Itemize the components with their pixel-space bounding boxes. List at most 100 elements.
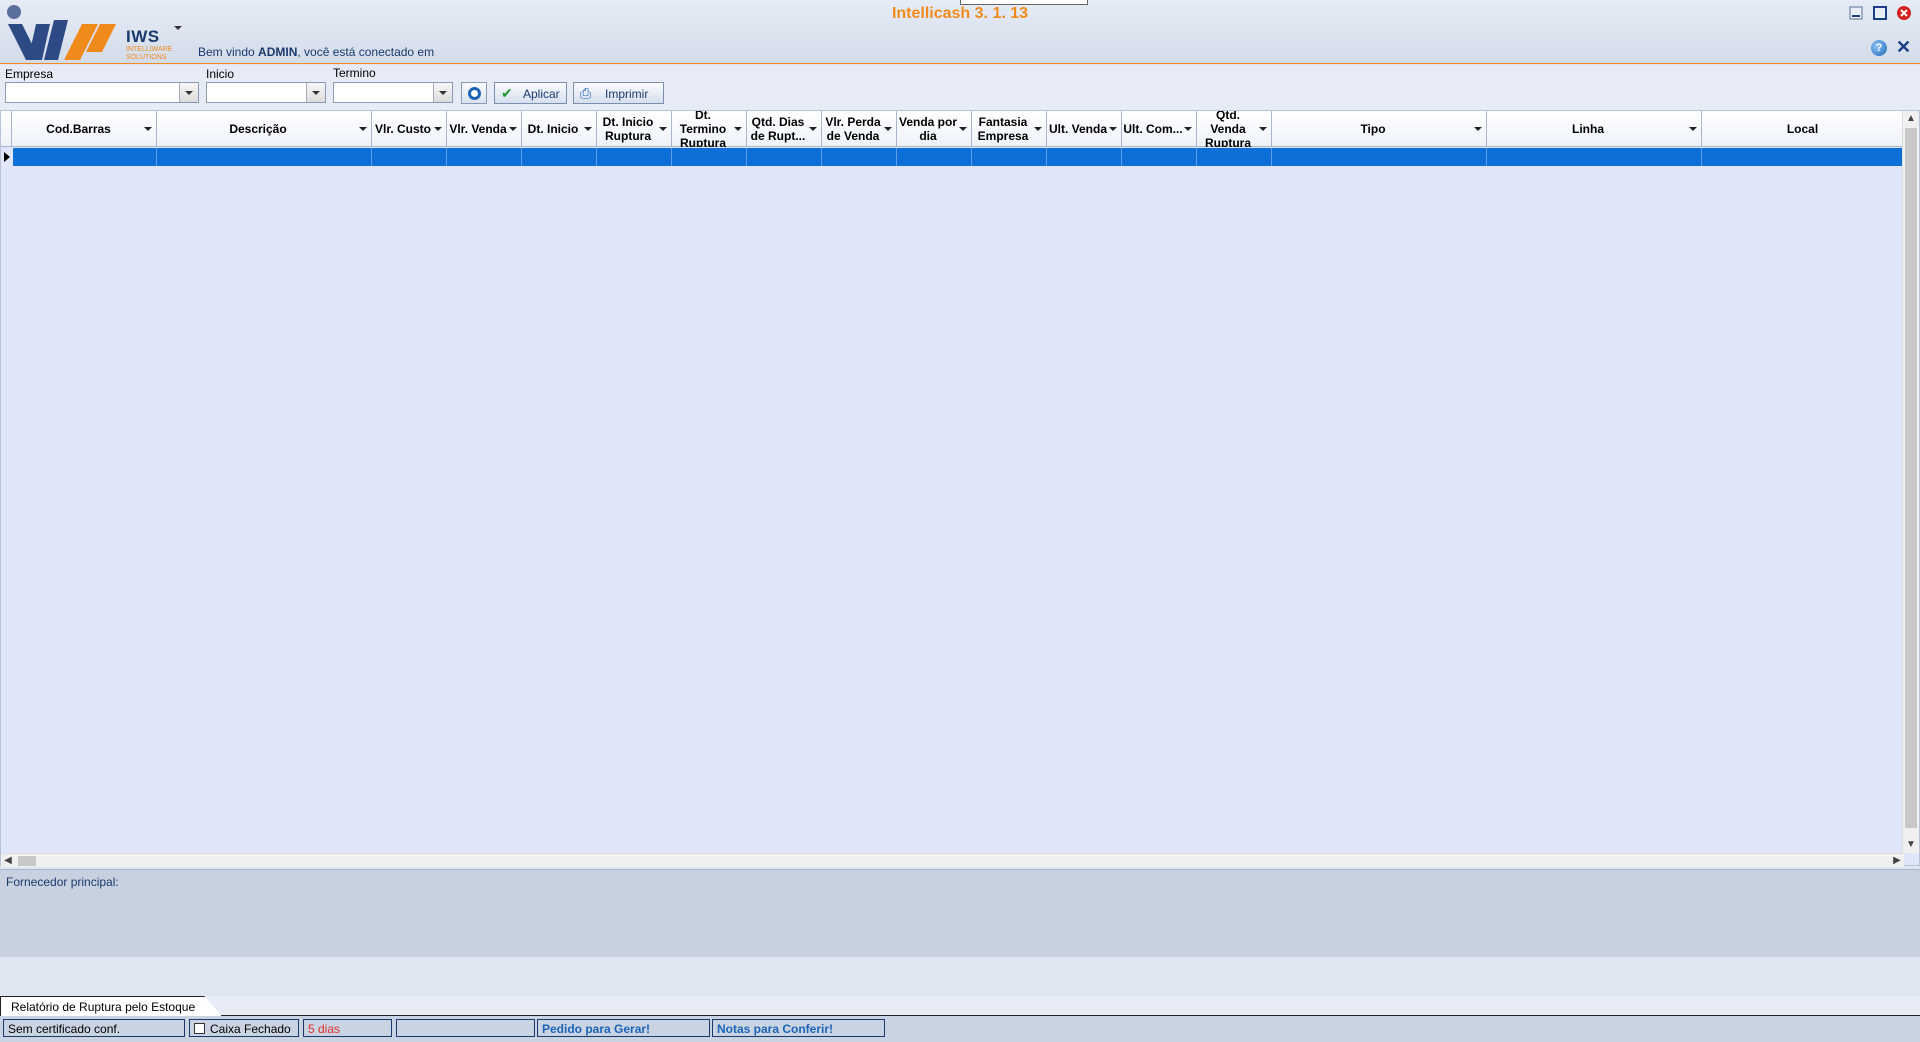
filter-arrow-icon bbox=[1259, 127, 1267, 131]
chevron-down-icon[interactable] bbox=[433, 83, 452, 102]
scroll-up-icon[interactable]: ▲ bbox=[1903, 111, 1919, 127]
grid-header: Cod.Barras Descrição Vlr. Custo Vlr. Ven… bbox=[1, 111, 1904, 147]
filter-arrow-icon bbox=[884, 127, 892, 131]
termino-date-picker[interactable] bbox=[333, 82, 453, 103]
filter-arrow-icon bbox=[959, 127, 967, 131]
help-icon[interactable]: ? bbox=[1871, 40, 1887, 56]
status-dias: 5 dias bbox=[303, 1019, 392, 1037]
scroll-down-icon[interactable]: ▼ bbox=[1903, 837, 1919, 853]
table-cell[interactable] bbox=[747, 148, 822, 166]
col-ult-compra[interactable]: Ult. Com... bbox=[1122, 111, 1197, 147]
empresa-combo[interactable] bbox=[5, 82, 199, 103]
tab-relatorio-ruptura[interactable]: Relatório de Ruptura pelo Estoque bbox=[0, 996, 222, 1016]
table-cell[interactable] bbox=[672, 148, 747, 166]
status-pedido-link[interactable]: Pedido para Gerar! bbox=[537, 1019, 710, 1037]
supplier-info-panel: Fornecedor principal: bbox=[0, 869, 1920, 957]
col-cod-barras[interactable]: Cod.Barras bbox=[13, 111, 157, 147]
filter-arrow-icon bbox=[809, 127, 817, 131]
table-cell[interactable] bbox=[822, 148, 897, 166]
scroll-left-icon[interactable]: ◀ bbox=[1, 854, 15, 868]
col-qtd-venda-ruptura[interactable]: Qtd. Venda Ruptura bbox=[1197, 111, 1272, 147]
filter-arrow-icon bbox=[1034, 127, 1042, 131]
table-cell[interactable] bbox=[597, 148, 672, 166]
scroll-right-icon[interactable]: ▶ bbox=[1890, 854, 1904, 868]
current-row-arrow-icon bbox=[4, 152, 10, 162]
table-cell[interactable] bbox=[972, 148, 1047, 166]
gear-icon bbox=[468, 87, 481, 100]
table-cell[interactable] bbox=[1272, 148, 1487, 166]
filter-arrow-icon bbox=[1474, 127, 1482, 131]
table-cell[interactable] bbox=[157, 148, 372, 166]
scroll-thumb[interactable] bbox=[1905, 128, 1917, 828]
col-dt-termino-ruptura[interactable]: Dt. Termino Ruptura bbox=[672, 111, 747, 147]
minimize-icon[interactable] bbox=[1848, 5, 1864, 21]
logo-menu-caret-icon[interactable] bbox=[174, 26, 182, 30]
table-cell[interactable] bbox=[1197, 148, 1272, 166]
close-form-icon[interactable]: ✕ bbox=[1896, 38, 1911, 56]
col-qtd-dias-ruptura[interactable]: Qtd. Dias de Rupt... bbox=[747, 111, 822, 147]
status-caixa[interactable]: Caixa Fechado bbox=[189, 1019, 299, 1037]
inicio-date-picker[interactable] bbox=[206, 82, 326, 103]
inicio-label: Inicio bbox=[206, 67, 235, 81]
table-cell[interactable] bbox=[13, 148, 157, 166]
chevron-down-icon[interactable] bbox=[306, 83, 325, 102]
table-cell[interactable] bbox=[1122, 148, 1197, 166]
vertical-scrollbar[interactable]: ▲ ▼ bbox=[1902, 111, 1919, 853]
filter-arrow-icon bbox=[434, 127, 442, 131]
table-row-selected[interactable] bbox=[13, 148, 1904, 166]
horizontal-scrollbar[interactable]: ◀ ▶ bbox=[1, 853, 1904, 867]
maximize-icon[interactable] bbox=[1872, 5, 1888, 21]
table-cell[interactable] bbox=[522, 148, 597, 166]
table-cell[interactable] bbox=[372, 148, 447, 166]
print-button[interactable]: ⎙ Imprimir bbox=[573, 82, 664, 104]
col-vlr-venda[interactable]: Vlr. Venda bbox=[447, 111, 522, 147]
chevron-down-icon[interactable] bbox=[179, 83, 198, 102]
row-indicator-header bbox=[1, 111, 12, 147]
empresa-label: Empresa bbox=[5, 67, 54, 81]
col-descricao[interactable]: Descrição bbox=[157, 111, 372, 147]
col-ult-venda[interactable]: Ult. Venda bbox=[1047, 111, 1122, 147]
col-vlr-custo[interactable]: Vlr. Custo bbox=[372, 111, 447, 147]
col-dt-inicio-ruptura[interactable]: Dt. Inicio Ruptura bbox=[597, 111, 672, 147]
col-dt-inicio[interactable]: Dt. Inicio bbox=[522, 111, 597, 147]
caixa-checkbox[interactable] bbox=[194, 1023, 205, 1034]
filter-arrow-icon bbox=[509, 127, 517, 131]
termino-label: Termino bbox=[333, 66, 376, 80]
app-header: IWS INTELLIWARE SOLUTIONS Intellicash 3.… bbox=[0, 0, 1920, 64]
data-grid[interactable]: Cod.Barras Descrição Vlr. Custo Vlr. Ven… bbox=[0, 110, 1920, 867]
table-cell[interactable] bbox=[897, 148, 972, 166]
app-title: Intellicash 3. 1. 13 bbox=[891, 5, 1029, 22]
fornecedor-label: Fornecedor principal: bbox=[6, 875, 119, 889]
table-cell[interactable] bbox=[1487, 148, 1702, 166]
col-tipo[interactable]: Tipo bbox=[1272, 111, 1487, 147]
table-cell[interactable] bbox=[447, 148, 522, 166]
col-venda-por-dia[interactable]: Venda por dia bbox=[897, 111, 972, 147]
scroll-thumb[interactable] bbox=[18, 856, 36, 866]
status-certificate: Sem certificado conf. bbox=[3, 1019, 185, 1037]
logo-text: IWS bbox=[126, 27, 160, 46]
logo-subtitle: INTELLIWARE SOLUTIONS bbox=[126, 46, 173, 61]
apply-button[interactable]: ✔ Aplicar bbox=[494, 82, 567, 104]
col-fantasia-empresa[interactable]: Fantasia Empresa bbox=[972, 111, 1047, 147]
settings-button[interactable] bbox=[461, 82, 487, 104]
table-cell[interactable] bbox=[1047, 148, 1122, 166]
col-linha[interactable]: Linha bbox=[1487, 111, 1702, 147]
filter-arrow-icon bbox=[144, 127, 152, 131]
filter-arrow-icon bbox=[1689, 127, 1697, 131]
filter-arrow-icon bbox=[359, 127, 367, 131]
filter-arrow-icon bbox=[659, 127, 667, 131]
filter-arrow-icon bbox=[1109, 127, 1117, 131]
filter-arrow-icon bbox=[584, 127, 592, 131]
col-vlr-perda-venda[interactable]: Vlr. Perda de Venda bbox=[822, 111, 897, 147]
close-window-icon[interactable] bbox=[1896, 5, 1912, 21]
filter-arrow-icon bbox=[734, 127, 742, 131]
checkmark-icon: ✔ bbox=[501, 85, 513, 101]
document-tabs: Relatório de Ruptura pelo Estoque bbox=[0, 996, 1920, 1016]
printer-icon: ⎙ bbox=[580, 85, 592, 101]
status-empty-panel bbox=[396, 1019, 535, 1037]
col-local[interactable]: Local bbox=[1702, 111, 1904, 147]
welcome-text: Bem vindo ADMIN, você está conectado em bbox=[198, 45, 435, 59]
status-notas-link[interactable]: Notas para Conferir! bbox=[712, 1019, 885, 1037]
status-bar: Sem certificado conf. Caixa Fechado 5 di… bbox=[0, 1016, 1920, 1042]
filter-arrow-icon bbox=[1184, 127, 1192, 131]
